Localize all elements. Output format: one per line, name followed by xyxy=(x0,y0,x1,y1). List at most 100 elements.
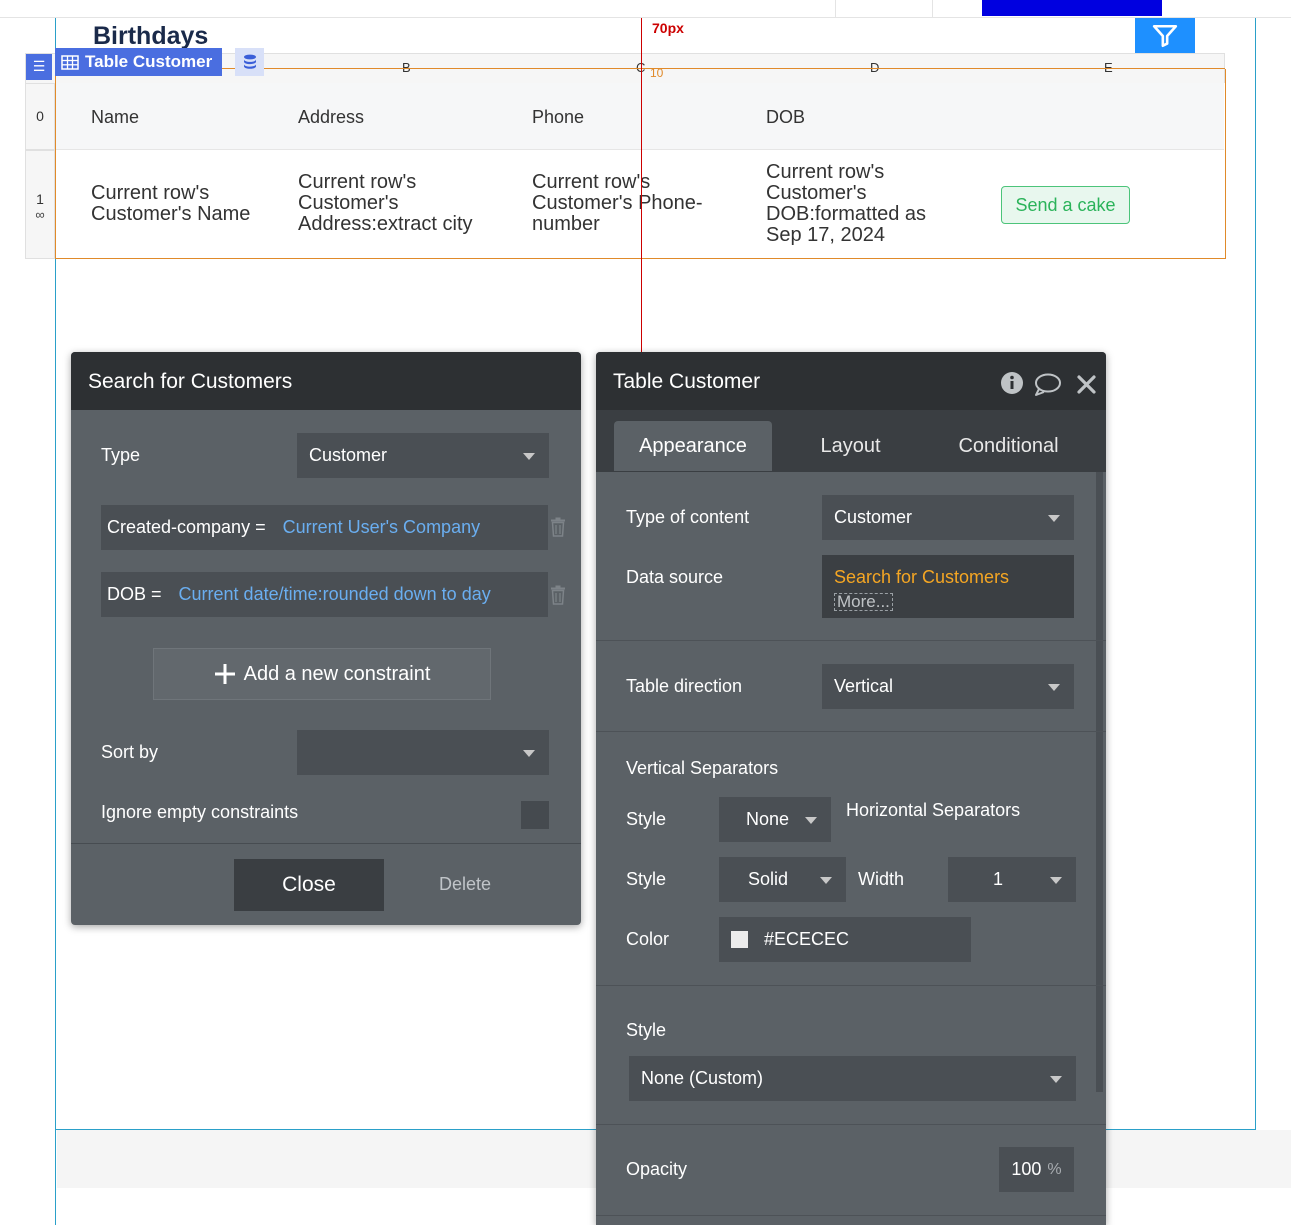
add-constraint-button[interactable]: Add a new constraint xyxy=(153,648,491,700)
section-divider xyxy=(596,985,1106,986)
page-edge-line xyxy=(55,1130,56,1225)
opacity-label: Opacity xyxy=(626,1159,688,1179)
color-swatch xyxy=(731,931,748,948)
panel-footer-divider xyxy=(71,843,581,844)
color-picker[interactable]: #ECECEC xyxy=(719,917,971,962)
panel-scrollbar[interactable] xyxy=(1096,472,1103,1092)
type-of-content-dropdown[interactable]: Customer xyxy=(822,495,1074,540)
chevron-down-icon xyxy=(805,816,817,824)
color-label: Color xyxy=(626,929,670,949)
toolbar-divider xyxy=(835,0,836,18)
sort-by-dropdown[interactable] xyxy=(297,730,549,775)
sort-by-label: Sort by xyxy=(101,742,159,762)
chevron-down-icon xyxy=(820,876,832,884)
table-direction-label: Table direction xyxy=(626,676,743,696)
close-icon[interactable] xyxy=(1077,375,1096,394)
close-button[interactable]: Close xyxy=(234,859,384,911)
upgrade-button[interactable] xyxy=(982,0,1162,16)
type-label: Type xyxy=(101,445,141,465)
element-menu-button[interactable]: ☰ xyxy=(26,54,52,80)
page-title: Birthdays xyxy=(93,22,209,50)
chevron-down-icon xyxy=(1048,514,1060,522)
guide-distance-label: 70px xyxy=(652,20,684,36)
opacity-unit: % xyxy=(1047,1160,1062,1178)
table-element-chip[interactable]: Table Customer xyxy=(55,48,223,76)
constraint-field: Created-company = xyxy=(107,517,266,537)
filter-icon xyxy=(1152,24,1178,48)
filter-button[interactable] xyxy=(1135,18,1195,54)
comment-icon[interactable] xyxy=(1034,372,1062,398)
horizontal-separators-label: Horizontal Separators xyxy=(846,800,1021,820)
column-marker: 10 xyxy=(650,66,664,80)
data-source-field[interactable]: Search for Customers More... xyxy=(822,555,1074,618)
alignment-guide xyxy=(641,18,642,353)
search-panel-title: Search for Customers xyxy=(88,370,293,393)
constraint-value[interactable]: Current date/time:rounded down to day xyxy=(179,584,491,605)
section-divider xyxy=(596,640,1106,641)
horizontal-style-label: Style xyxy=(626,869,667,889)
table-icon xyxy=(61,54,79,70)
style-dropdown-value: None (Custom) xyxy=(641,1068,764,1088)
chevron-down-icon xyxy=(1050,1075,1062,1083)
opacity-input[interactable]: 100 % xyxy=(999,1147,1074,1192)
tab-appearance[interactable]: Appearance xyxy=(614,421,772,471)
ignore-empty-label: Ignore empty constraints xyxy=(101,802,299,822)
delete-constraint-button[interactable] xyxy=(548,584,568,606)
chevron-down-icon xyxy=(1048,683,1060,691)
database-icon xyxy=(243,54,256,69)
vertical-separators-label: Vertical Separators xyxy=(626,758,779,778)
width-dropdown[interactable]: 1 xyxy=(948,857,1076,902)
width-value: 1 xyxy=(993,869,1004,889)
chevron-down-icon xyxy=(523,749,535,757)
info-icon[interactable] xyxy=(1000,371,1024,395)
horizontal-style-dropdown[interactable]: Solid xyxy=(719,857,846,902)
property-panel-header: Table Customer xyxy=(596,352,1106,410)
data-source-chip[interactable] xyxy=(235,48,264,76)
property-panel-title: Table Customer xyxy=(613,370,761,393)
constraint-field: DOB = xyxy=(107,584,162,604)
property-panel: Table Customer Appearance Layout Conditi… xyxy=(596,352,1106,1225)
type-dropdown[interactable]: Customer xyxy=(297,433,549,478)
constraint-value[interactable]: Current User's Company xyxy=(283,517,481,538)
chevron-down-icon xyxy=(1050,876,1062,884)
delete-constraint-button[interactable] xyxy=(548,516,568,538)
tab-conditional[interactable]: Conditional xyxy=(936,421,1081,471)
vertical-style-label: Style xyxy=(626,809,667,829)
row-number-1: 1 ∞ xyxy=(25,150,55,259)
data-source-label: Data source xyxy=(626,567,724,587)
chevron-down-icon xyxy=(523,452,535,460)
trash-icon xyxy=(551,517,565,537)
table-direction-dropdown[interactable]: Vertical xyxy=(822,664,1074,709)
horizontal-style-value: Solid xyxy=(748,869,789,889)
data-source-value[interactable]: Search for Customers xyxy=(834,567,1009,588)
section-divider xyxy=(596,1124,1106,1125)
constraint-row[interactable]: Created-company = Current User's Company xyxy=(101,505,548,550)
search-panel: Search for Customers Type Customer Creat… xyxy=(71,352,581,925)
constraint-row[interactable]: DOB = Current date/time:rounded down to … xyxy=(101,572,548,617)
add-constraint-label: Add a new constraint xyxy=(243,662,431,685)
data-source-more-link[interactable]: More... xyxy=(834,593,893,611)
repeat-icon: ∞ xyxy=(35,207,45,222)
row-number-0: 0 xyxy=(25,83,55,150)
opacity-value: 100 xyxy=(1011,1159,1042,1179)
tab-layout[interactable]: Layout xyxy=(778,421,923,471)
table-direction-value: Vertical xyxy=(834,676,894,696)
vertical-style-dropdown[interactable]: None xyxy=(719,797,831,842)
type-dropdown-value: Customer xyxy=(309,445,388,465)
section-divider xyxy=(596,731,1106,732)
plus-icon xyxy=(214,664,235,684)
section-divider xyxy=(596,1215,1106,1216)
width-label: Width xyxy=(858,869,905,889)
table-element-chip-label: Table Customer xyxy=(85,52,213,71)
row-number-1-label: 1 xyxy=(36,191,44,207)
color-value: #ECECEC xyxy=(764,929,850,949)
toolbar-divider xyxy=(932,0,933,18)
vertical-style-value: None xyxy=(746,809,790,829)
style-dropdown[interactable]: None (Custom) xyxy=(629,1056,1076,1101)
type-of-content-label: Type of content xyxy=(626,507,750,527)
trash-icon xyxy=(551,585,565,605)
delete-button[interactable]: Delete xyxy=(439,874,491,895)
ignore-empty-checkbox[interactable] xyxy=(521,801,549,829)
search-panel-header: Search for Customers xyxy=(71,352,581,410)
type-of-content-value: Customer xyxy=(834,507,913,527)
